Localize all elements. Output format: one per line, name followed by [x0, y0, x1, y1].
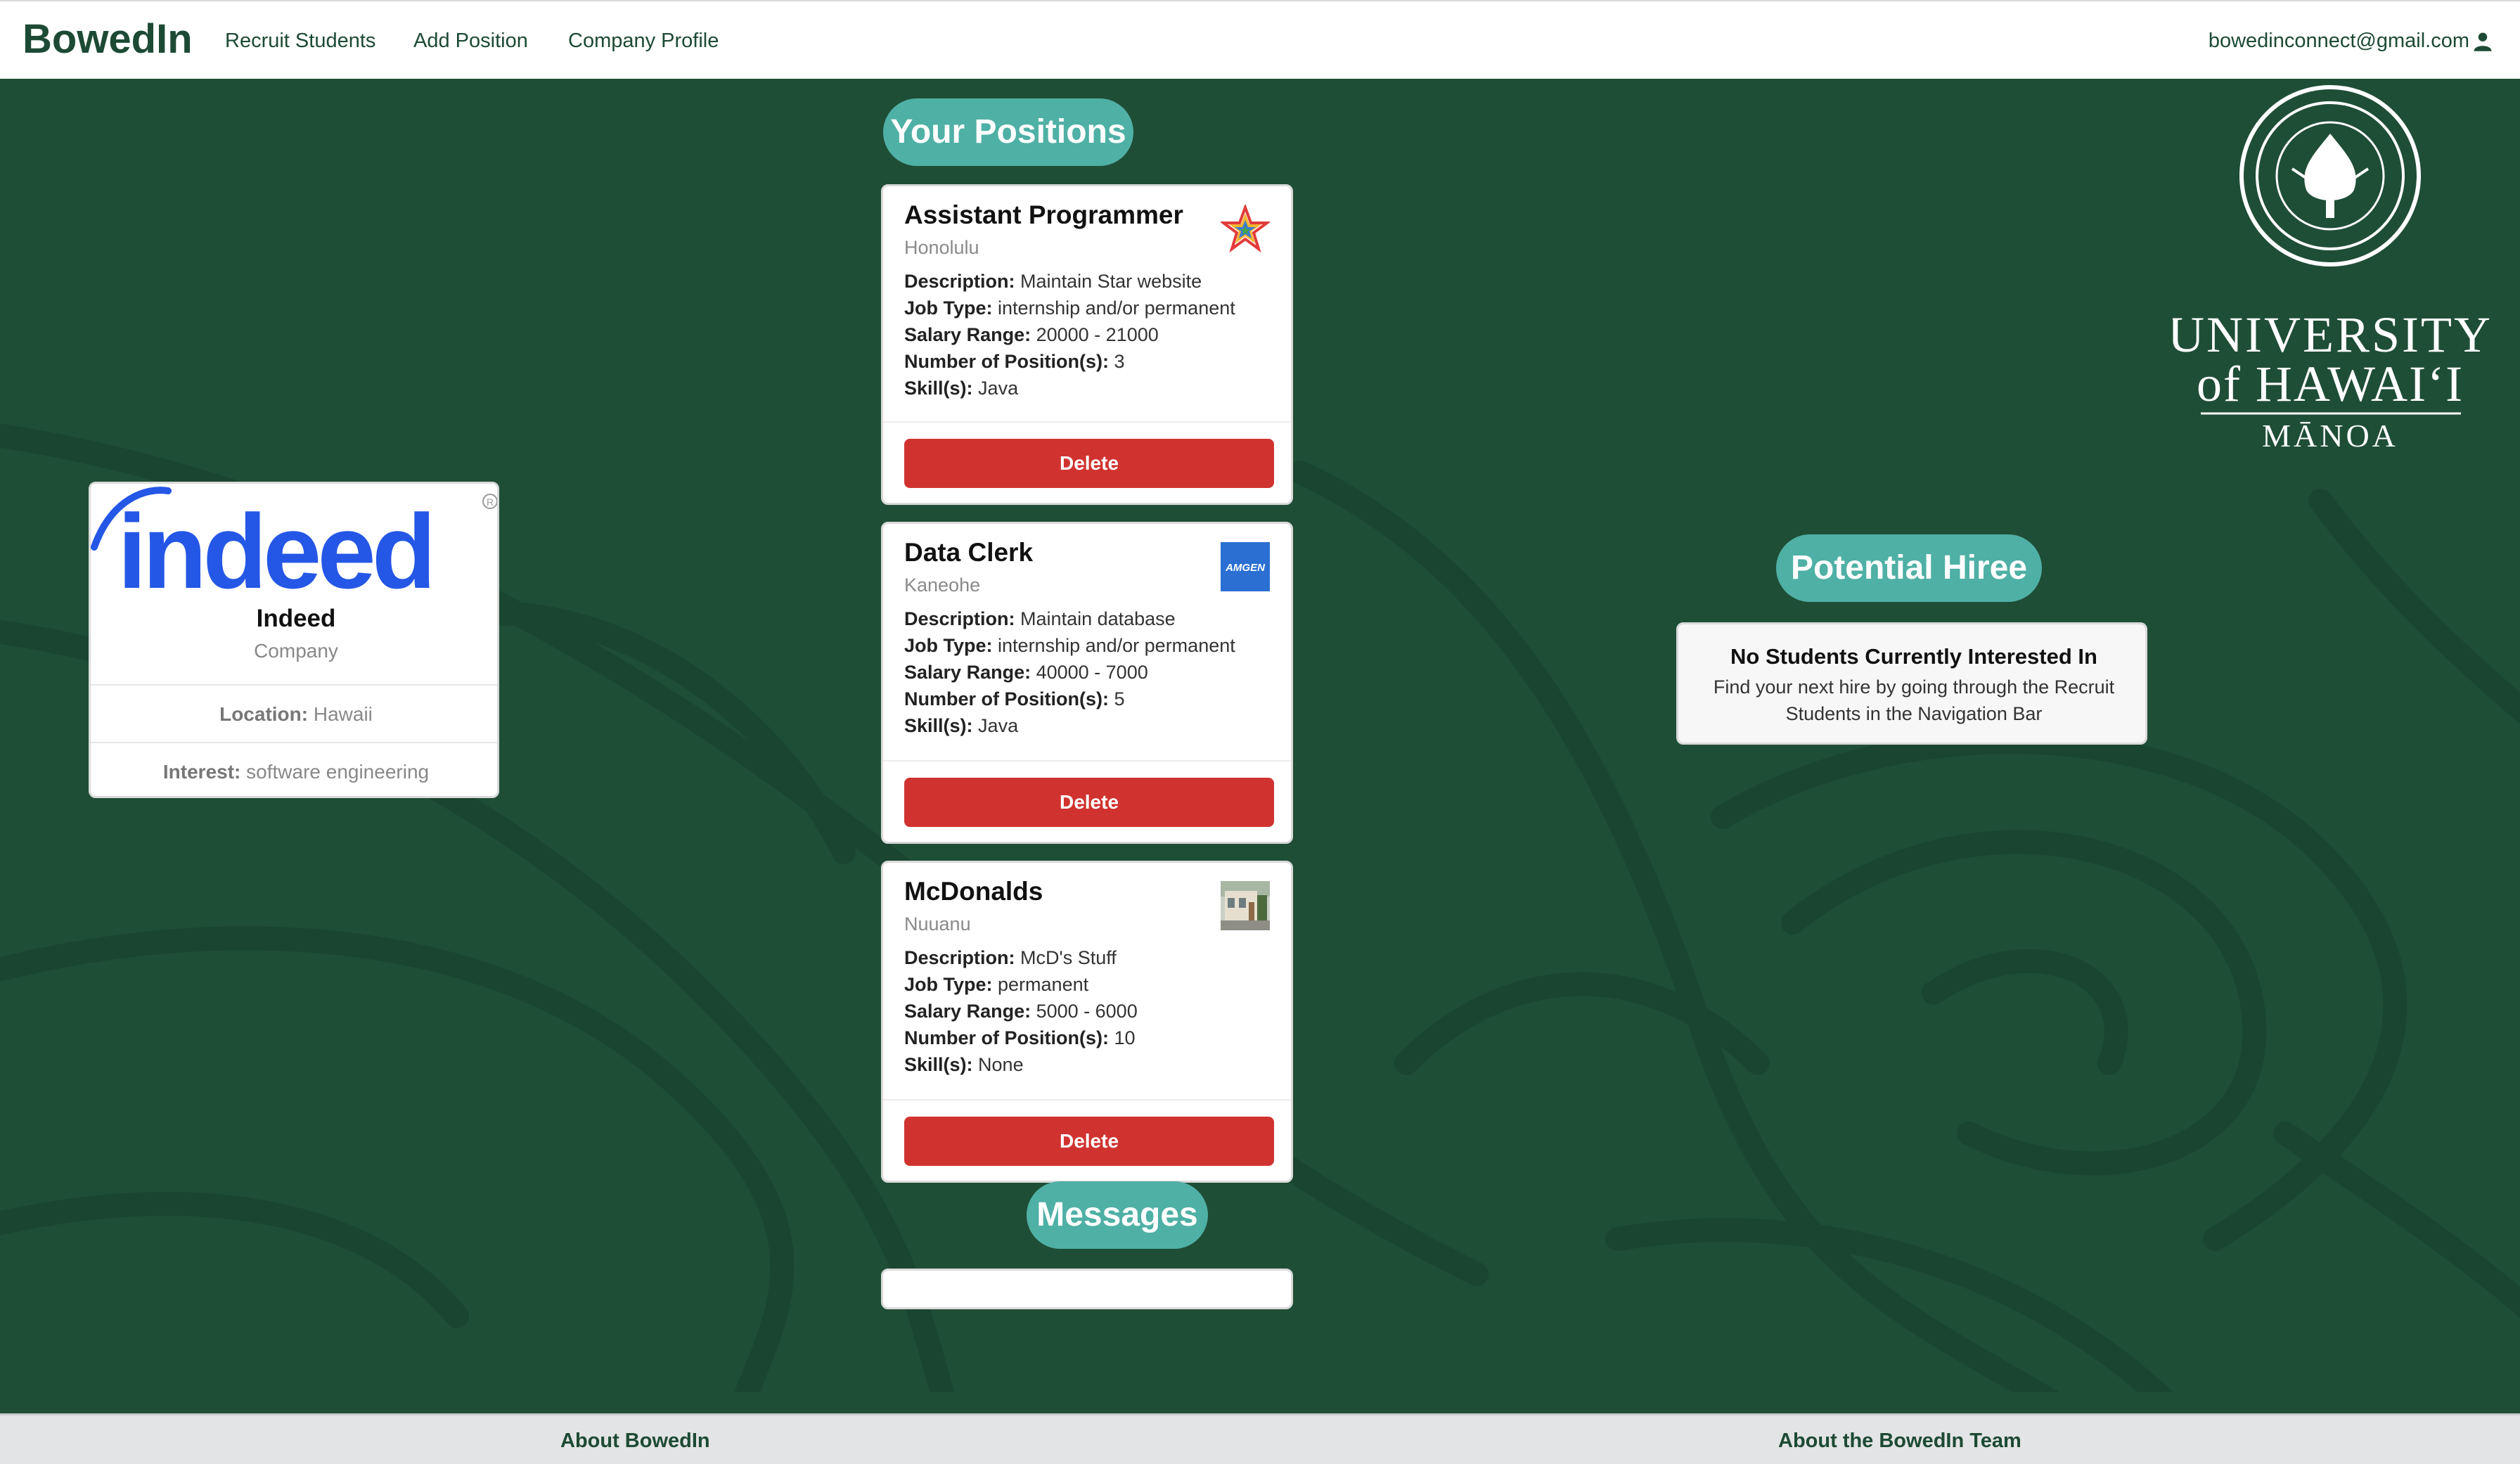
navbar: BowedIn Recruit Students Add Position Co…	[0, 0, 2520, 79]
potential-hiree-card: No Students Currently Interested In Find…	[1676, 622, 2147, 745]
star-logo-icon	[1221, 205, 1270, 253]
university-logo: UNIVERSITY of HAWAIʻI MĀNOA	[2168, 84, 2503, 454]
position-card: Data Clerk Kaneohe AMGEN Description: Ma…	[881, 522, 1293, 844]
position-title: McDonalds	[904, 877, 1043, 906]
your-positions-heading: Your Positions	[883, 98, 1133, 166]
company-name: Indeed	[256, 605, 336, 632]
divider	[883, 1099, 1291, 1100]
svg-text:AMGEN: AMGEN	[1225, 562, 1266, 574]
brand-logo[interactable]: BowedIn	[22, 15, 193, 63]
uh-seal-icon: UNIVERSITY of HAWAIʻI MĀNOA	[2168, 85, 2493, 454]
position-count: Number of Position(s): 10	[904, 1027, 1136, 1048]
position-title: Assistant Programmer	[904, 200, 1183, 229]
position-description: Description: McD's Stuff	[904, 947, 1117, 968]
position-count: Number of Position(s): 3	[904, 351, 1125, 372]
position-location: Kaneohe	[904, 574, 981, 596]
potential-hiree-heading: Potential Hiree	[1776, 534, 2042, 602]
hiree-empty-title: No Students Currently Interested In	[1730, 644, 2097, 669]
company-interest: Interest: software engineering	[91, 761, 497, 783]
interest-label: Interest:	[162, 761, 241, 783]
position-card: Assistant Programmer Honolulu Descriptio…	[881, 184, 1293, 505]
position-salary-range: Salary Range: 5000 - 6000	[904, 1001, 1138, 1022]
position-skills: Skill(s): Java	[904, 378, 1019, 399]
user-menu[interactable]: bowedinconnect@gmail.com	[2209, 30, 2493, 53]
nav-recruit-students[interactable]: Recruit Students	[225, 30, 375, 53]
divider	[883, 421, 1291, 423]
indeed-logo-text: indeed	[117, 492, 432, 593]
company-card: indeed R Indeed Company Location: Hawaii…	[89, 482, 499, 798]
footer: About BowedIn About the BowedIn Team	[0, 1413, 2520, 1464]
position-count: Number of Position(s): 5	[904, 688, 1125, 709]
messages-heading: Messages	[1027, 1181, 1208, 1249]
position-card: McDonalds Nuuanu Description: McD's Stuf…	[881, 861, 1293, 1183]
nav-company-profile[interactable]: Company Profile	[568, 30, 719, 53]
position-job-type: Job Type: internship and/or permanent	[904, 635, 1235, 656]
location-value: Hawaii	[313, 703, 373, 725]
position-title: Data Clerk	[904, 538, 1034, 567]
interest-value: software engineering	[246, 761, 430, 783]
nav-add-position[interactable]: Add Position	[413, 30, 528, 53]
messages-box	[881, 1269, 1293, 1309]
amgen-logo-icon: AMGEN	[1221, 542, 1270, 591]
position-salary-range: Salary Range: 40000 - 7000	[904, 662, 1148, 683]
building-photo-icon	[1221, 881, 1270, 930]
position-skills: Skill(s): Java	[904, 715, 1019, 736]
hiree-empty-message: Find your next hire by going through the…	[1713, 676, 2115, 724]
divider	[91, 742, 497, 743]
delete-button[interactable]: Delete	[904, 439, 1274, 488]
uh-line3: MĀNOA	[2262, 418, 2398, 450]
position-salary-range: Salary Range: 20000 - 21000	[904, 324, 1159, 345]
delete-button[interactable]: Delete	[904, 1117, 1274, 1166]
about-bowedin-link[interactable]: About BowedIn	[560, 1430, 710, 1453]
position-location: Nuuanu	[904, 913, 971, 935]
divider	[91, 684, 497, 686]
divider	[883, 760, 1291, 762]
uh-line1: UNIVERSITY	[2173, 307, 2493, 363]
svg-text:R: R	[487, 496, 494, 508]
user-email: bowedinconnect@gmail.com	[2208, 30, 2469, 52]
position-description: Description: Maintain database	[904, 608, 1176, 629]
location-label: Location:	[219, 703, 309, 725]
company-location: Location: Hawaii	[91, 703, 497, 726]
about-team-link[interactable]: About the BowedIn Team	[1778, 1430, 2021, 1453]
position-job-type: Job Type: internship and/or permanent	[904, 297, 1235, 319]
delete-button[interactable]: Delete	[904, 778, 1274, 827]
company-logo: indeed R	[91, 484, 497, 610]
position-location: Honolulu	[904, 237, 979, 258]
position-skills: Skill(s): None	[904, 1054, 1024, 1075]
uh-line2: of HAWAIʻI	[2197, 356, 2464, 412]
user-icon	[2474, 32, 2492, 51]
position-description: Description: Maintain Star website	[904, 271, 1202, 292]
position-job-type: Job Type: permanent	[904, 974, 1089, 995]
company-type: Company	[254, 640, 338, 662]
